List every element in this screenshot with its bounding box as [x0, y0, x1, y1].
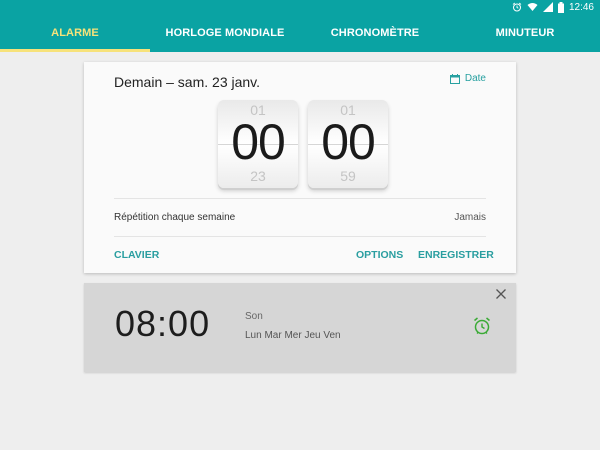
wifi-icon [527, 3, 538, 11]
repeat-label: Répétition chaque semaine [114, 212, 236, 223]
alarm-sound: Son [245, 311, 263, 322]
alarm-date-title: Demain – sam. 23 janv. [114, 74, 261, 90]
divider [114, 198, 486, 199]
minute-picker[interactable]: 01 00 59 [308, 100, 388, 188]
tab-minuteur[interactable]: MINUTEUR [450, 14, 600, 52]
close-icon[interactable] [495, 288, 507, 300]
tab-alarme[interactable]: ALARME [0, 14, 150, 52]
status-icons: 12:46 [512, 1, 594, 13]
tab-chronometre[interactable]: CHRONOMÈTRE [300, 14, 450, 52]
keyboard-button[interactable]: CLAVIER [114, 249, 159, 261]
calendar-icon [449, 73, 460, 84]
alarm-item[interactable]: 08:00 Son Lun Mar Mer Jeu Ven [84, 283, 516, 372]
repeat-value[interactable]: Jamais [454, 212, 486, 223]
alarm-icon [512, 2, 522, 12]
active-tab-indicator [0, 49, 150, 52]
tab-bar: ALARME HORLOGE MONDIALE CHRONOMÈTRE MINU… [0, 14, 600, 52]
divider [114, 236, 486, 237]
save-button[interactable]: ENREGISTRER [418, 249, 494, 261]
alarm-edit-card: Demain – sam. 23 janv. Date 01 00 23 01 … [84, 62, 516, 273]
signal-icon [542, 2, 553, 12]
options-button[interactable]: OPTIONS [356, 249, 403, 261]
battery-icon [557, 1, 564, 13]
alarm-time: 08:00 [115, 303, 211, 344]
status-bar: 12:46 [0, 0, 600, 14]
hour-current[interactable]: 00 [218, 114, 298, 170]
hour-next[interactable]: 23 [218, 168, 298, 184]
minute-current[interactable]: 00 [308, 114, 388, 170]
date-button[interactable]: Date [449, 73, 486, 84]
minute-next[interactable]: 59 [308, 168, 388, 184]
status-time: 12:46 [568, 1, 594, 13]
alarm-toggle-icon[interactable] [472, 316, 492, 336]
alarm-days: Lun Mar Mer Jeu Ven [245, 330, 341, 341]
date-button-label: Date [464, 73, 486, 84]
tab-horloge-mondiale[interactable]: HORLOGE MONDIALE [150, 14, 300, 52]
hour-picker[interactable]: 01 00 23 [218, 100, 298, 188]
